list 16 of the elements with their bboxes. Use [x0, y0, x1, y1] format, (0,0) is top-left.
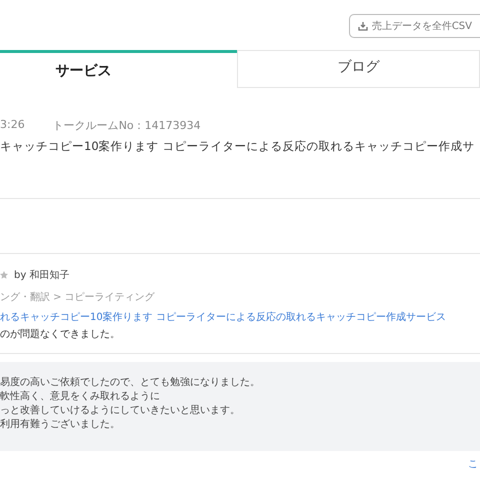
tab[interactable]: ブログ [237, 50, 480, 88]
download-icon [358, 21, 368, 31]
reply-line: 易度の高いご依頼でしたので、とても勉強になりました。 [0, 377, 261, 388]
more-link[interactable]: こ [468, 457, 480, 471]
review-comment: のが問題なくできました。 [0, 328, 121, 341]
review-category: ング・翻訳 > コピーライティング [0, 290, 156, 304]
star-icon [0, 271, 8, 279]
talk-room-number: トークルームNo：14173934 [52, 118, 201, 133]
reply-line: っと改善していけるようにしていきたいと思います。 [0, 405, 241, 416]
talk-time: 3:26 [0, 118, 25, 133]
export-csv-button[interactable]: 売上データを全件CSV [348, 14, 480, 38]
service-link[interactable]: れるキャッチコピー10案作ります コピーライターによる反応の取れるキャッチコピー作成サービス [0, 310, 480, 324]
reply-line: 利用有難うございました。 [0, 419, 121, 430]
talk-title: キャッチコピー10案作ります コピーライターによる反応の取れるキャッチコピー作成サ [0, 139, 476, 154]
reply-line: 軟性高く、意見をくみ取れるように [0, 391, 161, 402]
review-author: by 和田知子 [14, 268, 70, 282]
